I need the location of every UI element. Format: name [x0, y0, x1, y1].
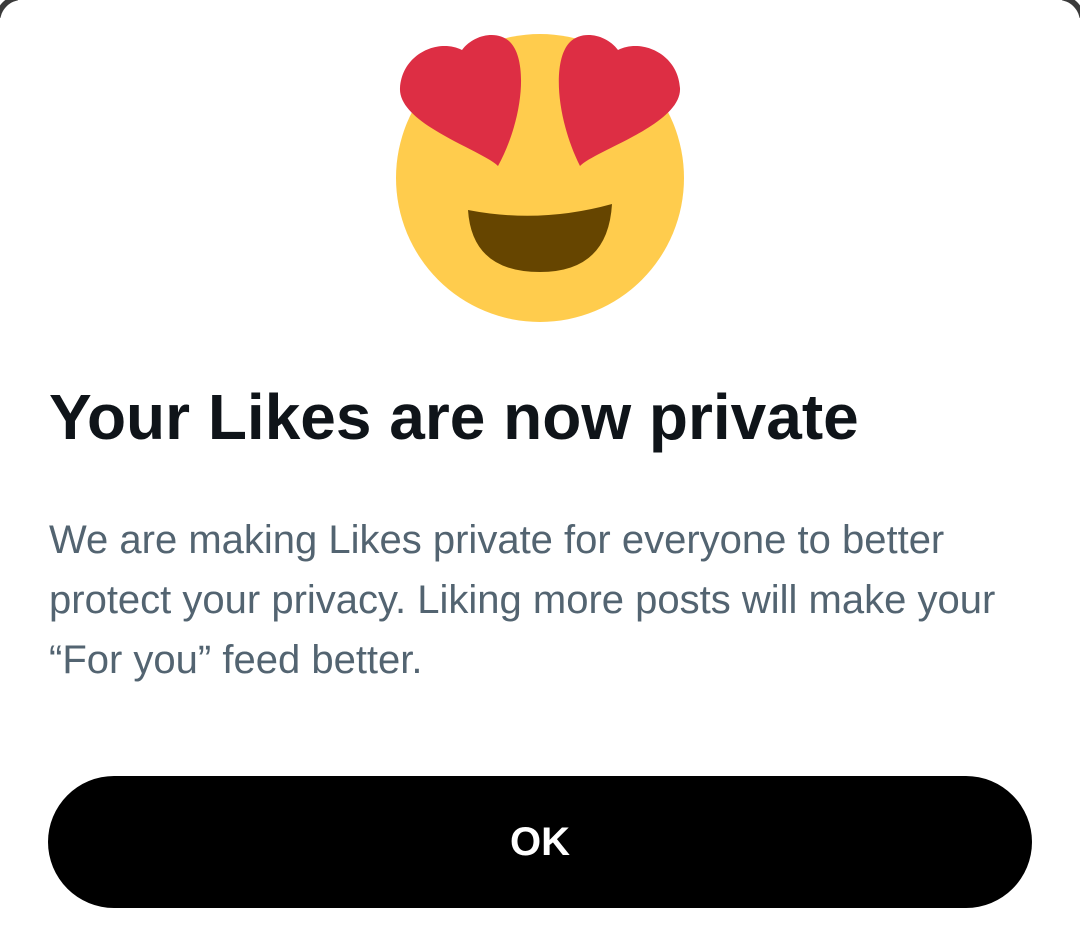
- sheet-corner-left: [0, 0, 22, 22]
- dialog-body-text: We are making Likes private for everyone…: [49, 518, 996, 682]
- dialog-title: Your Likes are now private: [49, 381, 859, 453]
- sheet-corner-right: [1058, 0, 1080, 22]
- ok-button[interactable]: OK: [48, 776, 1032, 908]
- likes-private-dialog: Your Likes are now private We are making…: [0, 0, 1080, 943]
- smiling-face-with-heart-eyes-icon: [396, 34, 684, 322]
